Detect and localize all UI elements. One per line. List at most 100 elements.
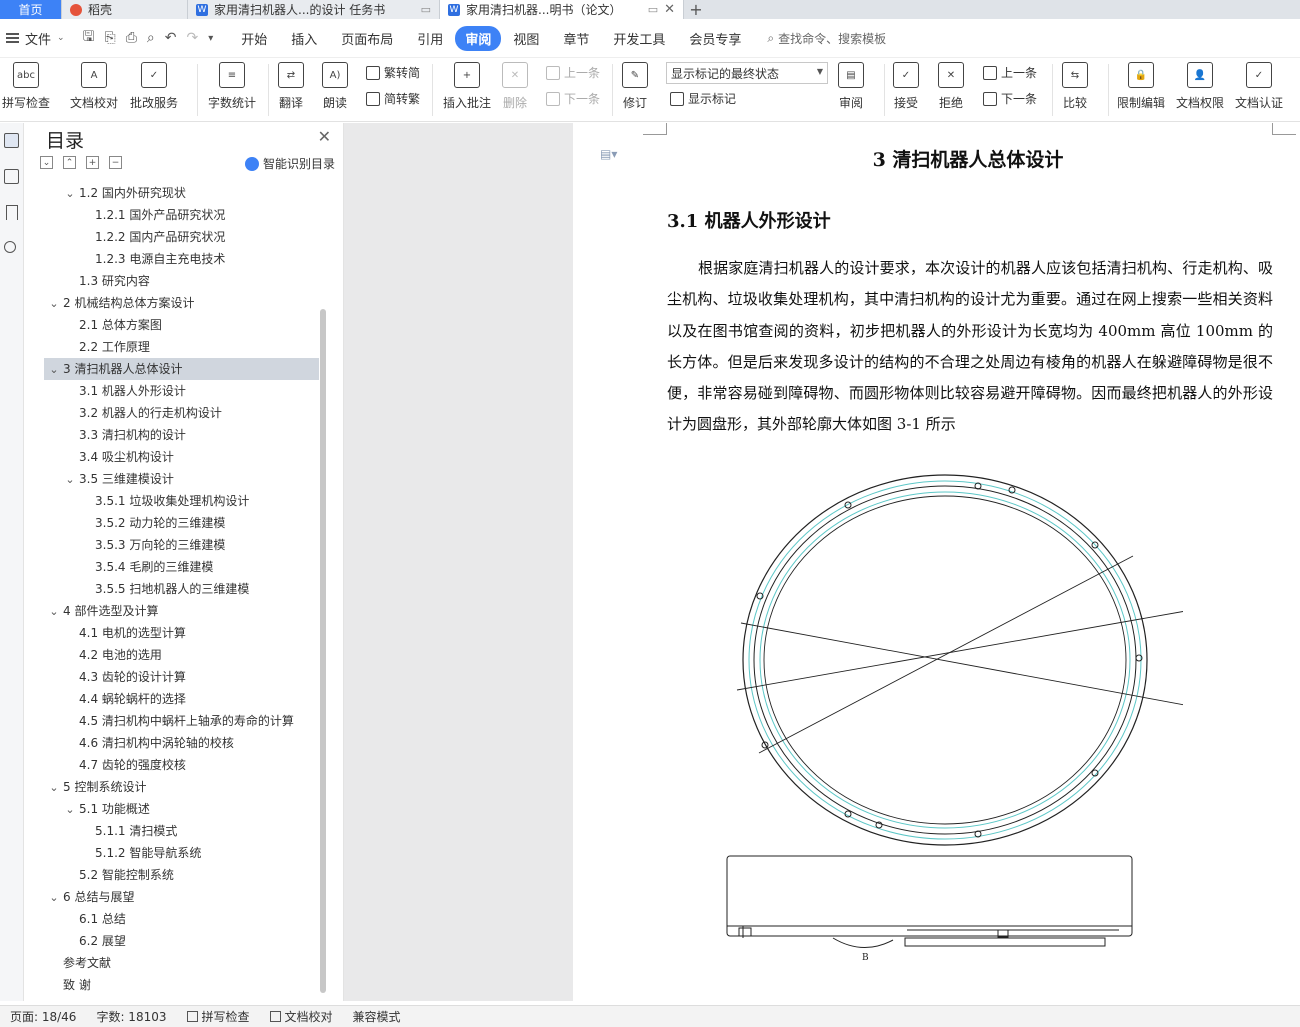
toc-item[interactable]: 1.2.3 电源自主充电技术: [44, 248, 319, 270]
new-tab-button[interactable]: +: [684, 0, 708, 19]
toc-item[interactable]: 致 谢: [44, 974, 319, 996]
print-icon[interactable]: ⎙: [126, 30, 137, 46]
expand-all-icon[interactable]: ⌄: [40, 156, 53, 169]
status-spellcheck-button[interactable]: 拼写检查: [177, 1008, 260, 1025]
review-pane-button[interactable]: ▤ 审阅: [838, 62, 864, 111]
page-indicator[interactable]: 页面: 18/46: [0, 1008, 86, 1025]
tab-task-doc[interactable]: W 家用清扫机器人...的设计 任务书 ▭: [188, 0, 440, 19]
toc-item[interactable]: 4.2 电池的选用: [44, 644, 319, 666]
doc-auth-button[interactable]: ✓ 文档认证: [1235, 62, 1283, 111]
menu-view[interactable]: 视图: [501, 26, 551, 51]
toc-scrollbar[interactable]: [320, 309, 326, 993]
chevron-down-icon[interactable]: ⌄: [64, 799, 76, 821]
toc-item[interactable]: 6.1 总结: [44, 908, 319, 930]
toc-panel-icon[interactable]: [4, 133, 19, 148]
doc-permission-button[interactable]: 👤 文档权限: [1176, 62, 1224, 111]
save-icon[interactable]: 🖫: [83, 26, 95, 50]
toc-item[interactable]: 4.3 齿轮的设计计算: [44, 666, 319, 688]
menu-chapter[interactable]: 章节: [551, 26, 601, 51]
chevron-down-icon[interactable]: ⌄: [48, 293, 60, 315]
customize-icon[interactable]: ▾: [208, 33, 213, 44]
compare-button[interactable]: ⇆ 比较: [1062, 62, 1088, 111]
toc-item[interactable]: 4.5 清扫机构中蜗杆上轴承的寿命的计算: [44, 710, 319, 732]
show-markup-button[interactable]: 显示标记: [670, 90, 736, 107]
to-traditional-button[interactable]: 繁转简: [366, 64, 420, 81]
toc-item[interactable]: 6.2 展望: [44, 930, 319, 952]
collapse-all-icon[interactable]: ⌃: [63, 156, 76, 169]
toc-item[interactable]: 3.5.1 垃圾收集处理机构设计: [44, 490, 319, 512]
toc-item[interactable]: 3.5.4 毛刷的三维建模: [44, 556, 319, 578]
toc-item[interactable]: 2.1 总体方案图: [44, 314, 319, 336]
chevron-down-icon[interactable]: ⌄: [48, 887, 60, 909]
toc-item[interactable]: 1.2.2 国内产品研究状况: [44, 226, 319, 248]
format-painter-icon[interactable]: ⎘: [105, 30, 116, 46]
menu-insert[interactable]: 插入: [279, 26, 329, 51]
review-service-button[interactable]: ✓ 批改服务: [130, 62, 178, 111]
close-icon[interactable]: ✕: [318, 127, 331, 146]
reject-button[interactable]: ✕ 拒绝: [938, 62, 964, 111]
toc-item[interactable]: ⌄ 1.2 国内外研究现状: [44, 182, 319, 204]
file-menu-button[interactable]: 文件 ⌄: [6, 29, 65, 48]
insert-comment-button[interactable]: + 插入批注: [443, 62, 491, 111]
chevron-down-icon[interactable]: ⌄: [64, 469, 76, 491]
toc-item[interactable]: 4.6 清扫机构中涡轮轴的校核: [44, 732, 319, 754]
menu-page-layout[interactable]: 页面布局: [329, 26, 405, 51]
toc-item[interactable]: ⌄ 4 部件选型及计算: [44, 600, 319, 622]
to-simplified-button[interactable]: 简转繁: [366, 90, 420, 107]
menu-references[interactable]: 引用: [405, 26, 455, 51]
word-count-indicator[interactable]: 字数: 18103: [86, 1008, 176, 1025]
menu-member[interactable]: 会员专享: [677, 26, 753, 51]
prev-comment-button[interactable]: 上一条: [546, 64, 600, 81]
menu-review[interactable]: 审阅: [455, 25, 502, 51]
document-page[interactable]: ▤▾ 3 清扫机器人总体设计 3.1 机器人外形设计 根据家庭清扫机器人的设计要…: [573, 123, 1300, 1001]
toc-item[interactable]: 1.2.1 国外产品研究状况: [44, 204, 319, 226]
toc-item[interactable]: 4.4 蜗轮蜗杆的选择: [44, 688, 319, 710]
status-proof-button[interactable]: 文档校对: [260, 1008, 343, 1025]
smart-toc-button[interactable]: 智能识别目录: [244, 155, 335, 172]
read-aloud-button[interactable]: A) 朗读: [322, 62, 348, 111]
toc-item[interactable]: 4.7 齿轮的强度校核: [44, 754, 319, 776]
menu-developer[interactable]: 开发工具: [601, 26, 677, 51]
chevron-down-icon[interactable]: ⌄: [48, 777, 60, 799]
toc-item[interactable]: ⌄ 3.5 三维建模设计: [44, 468, 319, 490]
bookmark-icon[interactable]: [6, 205, 18, 220]
toc-item[interactable]: 3.1 机器人外形设计: [44, 380, 319, 402]
redo-icon[interactable]: ↷: [186, 30, 198, 46]
toc-item[interactable]: 5.2 智能控制系统: [44, 864, 319, 886]
word-count-button[interactable]: ≡ 字数统计: [208, 62, 256, 111]
chapter-nav-icon[interactable]: [4, 169, 19, 184]
delete-comment-button[interactable]: ✕ 删除: [502, 62, 528, 111]
next-change-button[interactable]: 下一条: [983, 90, 1037, 107]
toc-item[interactable]: 3.5.3 万向轮的三维建模: [44, 534, 319, 556]
toc-item[interactable]: 3.2 机器人的行走机构设计: [44, 402, 319, 424]
markup-mode-select[interactable]: 显示标记的最终状态 ▼: [666, 62, 828, 84]
add-heading-icon[interactable]: +: [86, 156, 99, 169]
undo-icon[interactable]: ↶: [165, 30, 177, 46]
doc-proof-button[interactable]: A 文档校对: [70, 62, 118, 111]
toc-item[interactable]: ⌄ 5.1 功能概述: [44, 798, 319, 820]
command-search[interactable]: ⌕ 查找命令、搜索模板: [767, 30, 886, 47]
toc-item[interactable]: 4.1 电机的选型计算: [44, 622, 319, 644]
remove-heading-icon[interactable]: −: [109, 156, 122, 169]
chevron-down-icon[interactable]: ⌄: [64, 183, 76, 205]
toc-item[interactable]: 3.4 吸尘机构设计: [44, 446, 319, 468]
close-tab-icon[interactable]: ✕: [664, 2, 675, 17]
track-changes-button[interactable]: ✎ 修订: [622, 62, 648, 111]
toc-item[interactable]: 参考文献: [44, 952, 319, 974]
tab-docer[interactable]: 稻壳: [62, 0, 188, 19]
translate-button[interactable]: ⇄ 翻译: [278, 62, 304, 111]
accept-button[interactable]: ✓ 接受: [893, 62, 919, 111]
tab-home[interactable]: 首页: [0, 0, 62, 19]
toc-item[interactable]: 3.5.5 扫地机器人的三维建模: [44, 578, 319, 600]
toc-item[interactable]: ⌄ 6 总结与展望: [44, 886, 319, 908]
prev-change-button[interactable]: 上一条: [983, 64, 1037, 81]
toc-item[interactable]: ⌄ 5 控制系统设计: [44, 776, 319, 798]
print-preview-icon[interactable]: ⌕: [147, 30, 155, 46]
spellcheck-button[interactable]: abc 拼写检查: [2, 62, 50, 111]
toc-item[interactable]: 5.1.2 智能导航系统: [44, 842, 319, 864]
toc-item[interactable]: 1.3 研究内容: [44, 270, 319, 292]
toc-item[interactable]: ⌄ 2 机械结构总体方案设计: [44, 292, 319, 314]
toc-item[interactable]: 5.1.1 清扫模式: [44, 820, 319, 842]
toc-item[interactable]: 3.3 清扫机构的设计: [44, 424, 319, 446]
chevron-down-icon[interactable]: ⌄: [48, 601, 60, 623]
